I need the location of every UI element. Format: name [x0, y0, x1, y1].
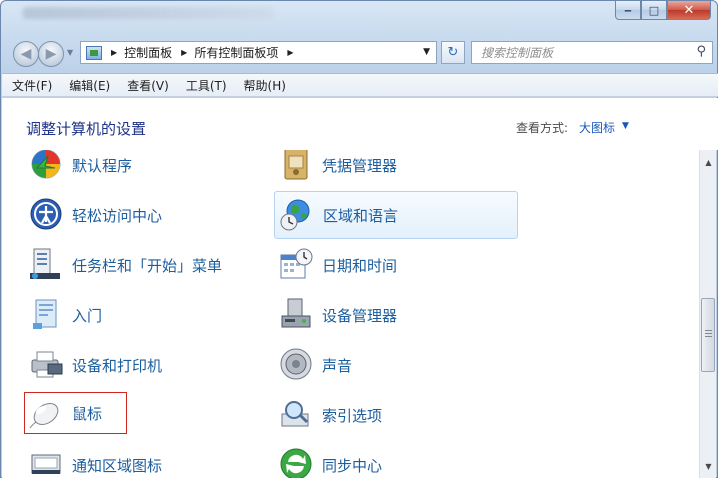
sound-icon — [280, 348, 312, 380]
scroll-down-arrow-icon[interactable]: ▼ — [700, 458, 717, 475]
device-manager-icon — [281, 298, 311, 328]
back-arrow-icon: ◀ — [20, 46, 32, 62]
view-by-label: 查看方式: — [516, 121, 569, 135]
indexing-options-icon — [281, 401, 309, 427]
control-panel-window: ‒ □ ✕ ◀ ▶ ▼ ▶ 控制面板 ▶ 所有控制面板项 ▶ ▼ ↻ 搜索控制面… — [0, 0, 718, 478]
item-label: 轻松访问中心 — [72, 206, 163, 225]
taskbar-start-menu-icon — [30, 248, 60, 279]
search-icon[interactable]: ⚲ — [696, 44, 706, 59]
item-region-language[interactable]: 区域和语言 — [274, 191, 518, 239]
breadcrumb-control-panel[interactable]: 控制面板 — [124, 44, 172, 61]
window-title-blurred — [23, 7, 273, 19]
view-by-dropdown[interactable]: 大图标 — [579, 119, 615, 136]
item-label: 日期和时间 — [322, 256, 398, 275]
item-mouse[interactable]: 鼠标 — [24, 392, 127, 434]
maximize-button[interactable]: □ — [641, 1, 667, 20]
item-label: 设备和打印机 — [72, 356, 163, 375]
control-panel-icon — [86, 45, 102, 60]
breadcrumb-separator-icon[interactable]: ▶ — [181, 48, 187, 57]
item-label: 索引选项 — [322, 406, 383, 425]
breadcrumb-separator-icon[interactable]: ▶ — [287, 48, 293, 57]
date-time-icon — [280, 248, 313, 279]
scrollbar-thumb[interactable] — [701, 298, 715, 372]
region-language-icon — [280, 199, 310, 231]
breadcrumb-separator-icon[interactable]: ▶ — [111, 48, 117, 57]
close-button[interactable]: ✕ — [667, 1, 711, 20]
address-dropdown-icon[interactable]: ▼ — [423, 47, 430, 57]
item-label: 设备管理器 — [322, 306, 398, 325]
navigation-bar: ◀ ▶ ▼ ▶ 控制面板 ▶ 所有控制面板项 ▶ ▼ ↻ 搜索控制面板 ⚲ — [9, 38, 713, 68]
recent-pages-dropdown[interactable]: ▼ — [67, 48, 73, 57]
getting-started-icon — [33, 299, 57, 329]
refresh-button[interactable]: ↻ — [441, 41, 465, 64]
item-taskbar-start-menu[interactable]: 任务栏和「开始」菜单 — [24, 241, 264, 289]
caption-buttons: ‒ □ ✕ — [615, 1, 711, 23]
item-sync-center[interactable]: 同步中心 — [274, 441, 514, 478]
forward-arrow-icon: ▶ — [45, 46, 57, 62]
item-label: 入门 — [72, 306, 103, 325]
item-label: 鼠标 — [72, 404, 103, 423]
notification-area-icon — [31, 454, 61, 474]
item-notification-area[interactable]: 通知区域图标 — [24, 441, 264, 478]
mouse-icon — [29, 403, 59, 429]
item-label: 通知区域图标 — [72, 456, 163, 475]
item-label: 默认程序 — [72, 156, 133, 175]
sync-center-icon — [280, 448, 312, 478]
search-box[interactable]: 搜索控制面板 ⚲ — [471, 41, 713, 64]
menu-tools[interactable]: 工具(T) — [186, 77, 227, 94]
item-devices-printers[interactable]: 设备和打印机 — [24, 341, 264, 389]
minimize-button[interactable]: ‒ — [615, 1, 641, 20]
control-panel-items: 默认程序 轻松访问中心 任务栏和「开始」菜单 入门 设备和打印机 鼠标 通知区域… — [2, 150, 699, 478]
scroll-up-arrow-icon[interactable]: ▲ — [700, 154, 717, 171]
view-by-caret-icon[interactable]: ▼ — [622, 121, 629, 131]
breadcrumb-all-items[interactable]: 所有控制面板项 — [194, 44, 278, 61]
search-placeholder: 搜索控制面板 — [481, 46, 554, 60]
item-device-manager[interactable]: 设备管理器 — [274, 291, 514, 339]
item-label: 同步中心 — [322, 456, 383, 475]
menu-file[interactable]: 文件(F) — [12, 77, 52, 94]
item-label: 区域和语言 — [323, 206, 399, 225]
content-header: 调整计算机的设置 查看方式: 大图标 ▼ — [2, 98, 718, 150]
page-title: 调整计算机的设置 — [26, 120, 147, 138]
item-date-time[interactable]: 日期和时间 — [274, 241, 514, 289]
item-label: 任务栏和「开始」菜单 — [72, 256, 223, 275]
default-programs-icon — [31, 150, 61, 179]
credential-manager-icon — [284, 150, 308, 180]
item-indexing-options[interactable]: 索引选项 — [274, 391, 514, 439]
ease-of-access-icon — [30, 198, 62, 230]
menu-help[interactable]: 帮助(H) — [244, 77, 286, 94]
item-ease-of-access[interactable]: 轻松访问中心 — [24, 191, 264, 239]
forward-button[interactable]: ▶ — [38, 41, 64, 67]
item-label: 凭据管理器 — [322, 156, 398, 175]
vertical-scrollbar[interactable]: ▲ ▼ — [699, 150, 716, 478]
item-getting-started[interactable]: 入门 — [24, 291, 264, 339]
item-label: 声音 — [322, 356, 353, 375]
menu-bar: 文件(F) 编辑(E) 查看(V) 工具(T) 帮助(H) — [2, 73, 718, 97]
devices-printers-icon — [31, 351, 63, 378]
refresh-icon: ↻ — [447, 45, 459, 60]
item-default-programs[interactable]: 默认程序 — [24, 150, 264, 189]
menu-view[interactable]: 查看(V) — [127, 77, 169, 94]
menu-edit[interactable]: 编辑(E) — [69, 77, 110, 94]
address-bar[interactable]: ▶ 控制面板 ▶ 所有控制面板项 ▶ ▼ — [80, 41, 437, 64]
item-sound[interactable]: 声音 — [274, 341, 514, 389]
back-button[interactable]: ◀ — [13, 41, 39, 67]
item-credential-manager[interactable]: 凭据管理器 — [274, 150, 514, 189]
